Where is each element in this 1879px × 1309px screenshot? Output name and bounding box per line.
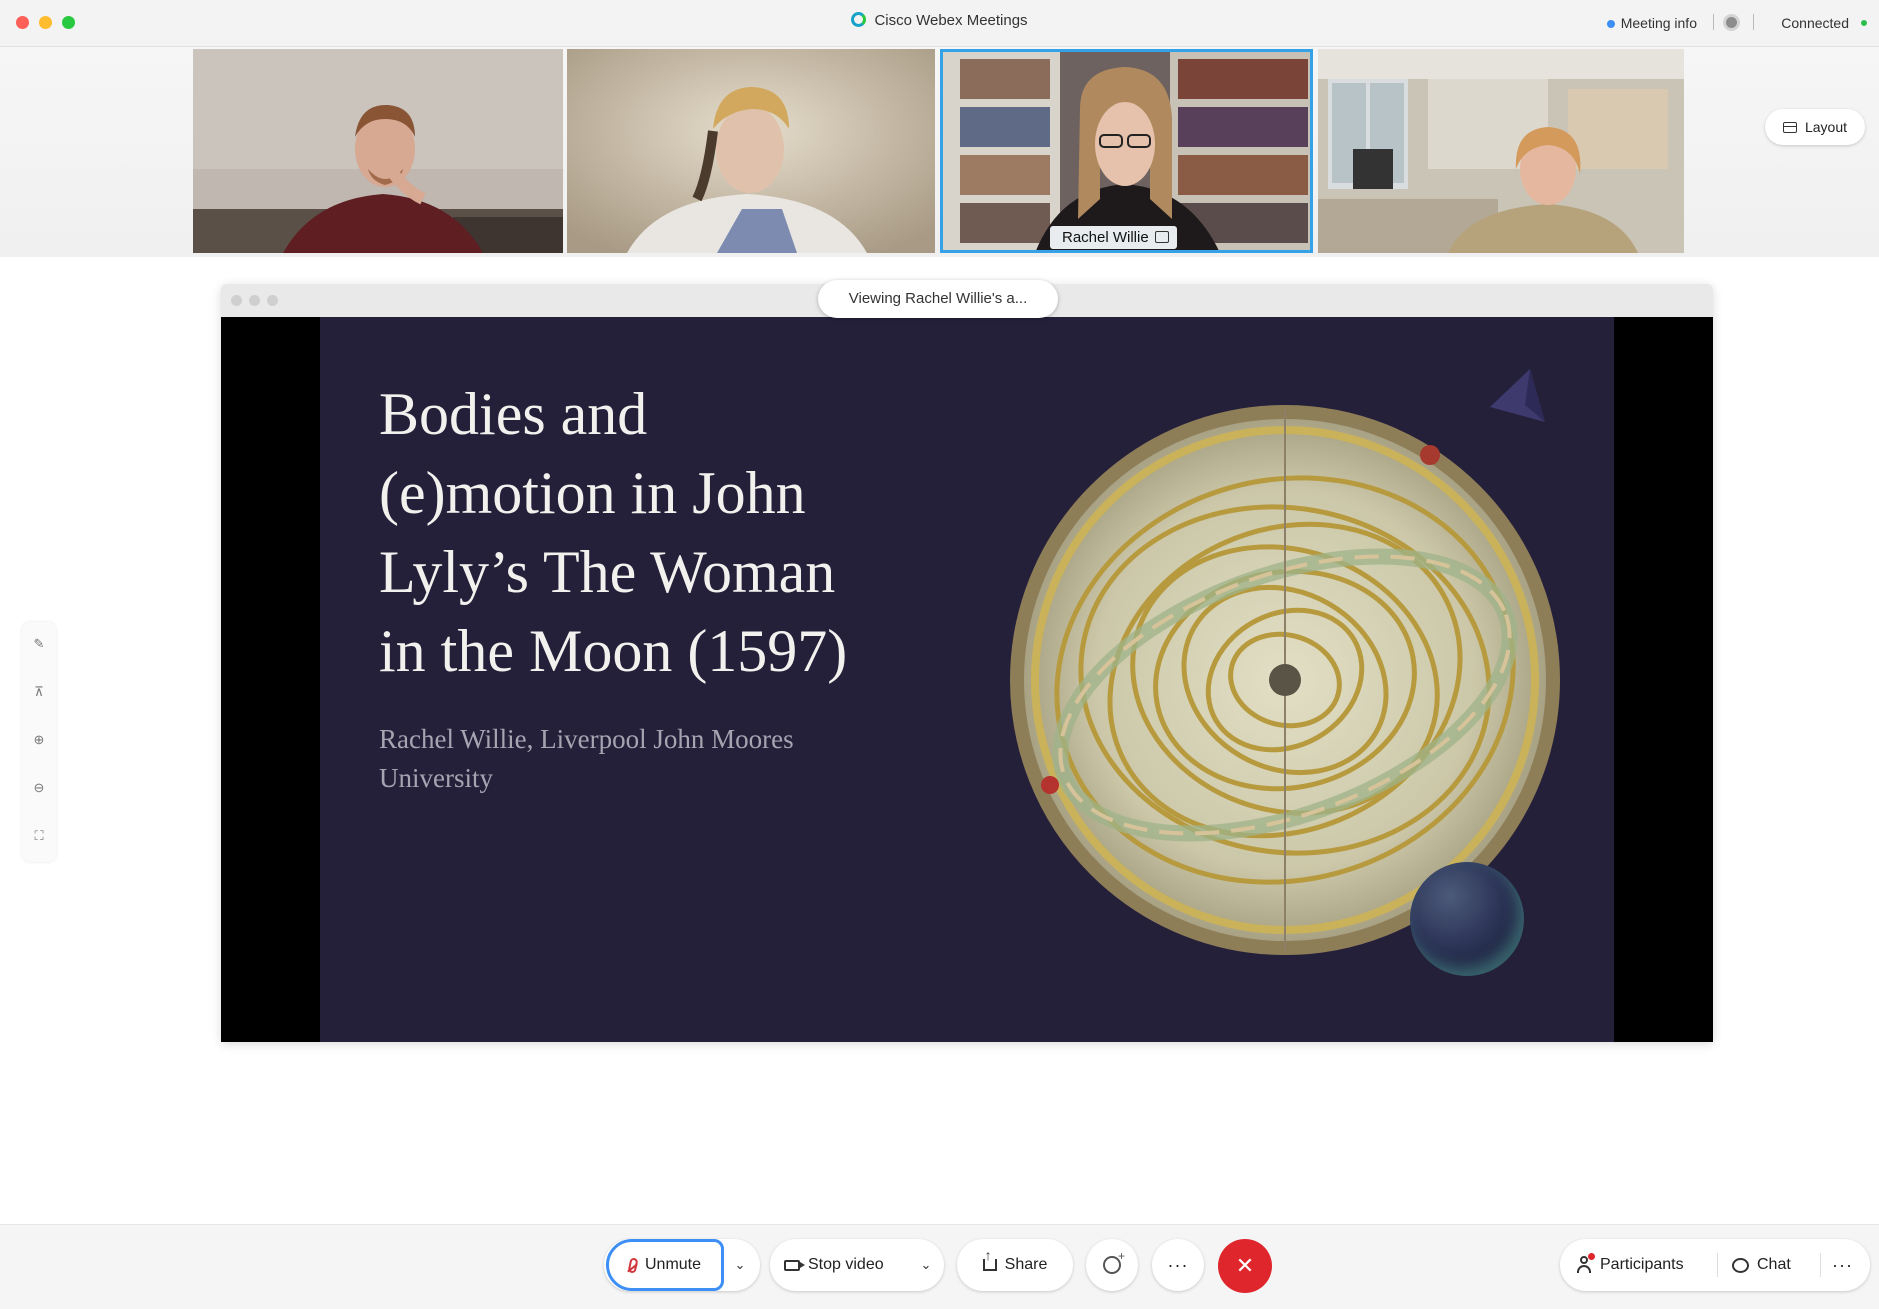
panel-controls: Participants Chat ··· xyxy=(1560,1239,1870,1291)
participant-video xyxy=(193,49,563,253)
chat-bubble-icon xyxy=(1732,1257,1749,1273)
participant-video xyxy=(567,49,935,253)
divider xyxy=(1753,14,1754,30)
emoji-reaction-icon xyxy=(1103,1249,1125,1274)
meeting-controls-bar: Unmute ⌄ Stop video ⌄ Share ··· ✕ Partic… xyxy=(0,1224,1879,1309)
divider xyxy=(1820,1253,1821,1277)
participant-video-strip: Rachel Willie Layout xyxy=(0,47,1879,257)
chat-button[interactable]: Chat xyxy=(1732,1239,1791,1291)
connection-status: Connected xyxy=(1781,15,1849,31)
shared-screen[interactable]: Bodies and (e)motion in John Lyly’s The … xyxy=(221,317,1713,1042)
unmute-button[interactable]: Unmute xyxy=(606,1239,724,1291)
participant-video xyxy=(940,49,1313,253)
screen-share-icon xyxy=(1154,231,1169,243)
webex-logo-icon xyxy=(851,12,867,27)
presentation-slide: Bodies and (e)motion in John Lyly’s The … xyxy=(320,317,1614,1042)
microphone-muted-icon xyxy=(627,1256,639,1274)
decorative-moon xyxy=(1410,862,1524,976)
stop-video-label: Stop video xyxy=(808,1256,884,1273)
video-control: Stop video ⌄ xyxy=(770,1239,944,1291)
chat-label: Chat xyxy=(1757,1256,1791,1273)
leave-meeting-button[interactable]: ✕ xyxy=(1218,1239,1272,1293)
participant-video xyxy=(1318,49,1684,253)
window-dot xyxy=(267,295,278,306)
title-bar: Cisco Webex Meetings Meeting info Connec… xyxy=(0,0,1879,47)
layout-icon xyxy=(1782,121,1797,133)
viewing-share-indicator[interactable]: Viewing Rachel Willie's a... xyxy=(818,280,1058,318)
window-dot xyxy=(249,295,260,306)
meeting-info-button[interactable]: Meeting info xyxy=(1606,15,1697,31)
unmute-label: Unmute xyxy=(644,1256,702,1273)
annotate-icon[interactable]: ✎ xyxy=(31,636,47,652)
participant-video-tile[interactable] xyxy=(193,49,563,253)
camera-icon xyxy=(784,1259,805,1271)
slide-subtitle: Rachel Willie, Liverpool John Moores Uni… xyxy=(379,724,794,793)
participants-button[interactable]: Participants xyxy=(1576,1239,1684,1291)
zoom-in-icon[interactable]: ⊕ xyxy=(31,732,47,748)
more-icon: ··· xyxy=(1832,1254,1853,1275)
meeting-info-icon xyxy=(1606,20,1615,28)
participant-video-tile[interactable] xyxy=(567,49,935,253)
reactions-button[interactable] xyxy=(1086,1239,1138,1291)
close-icon: ✕ xyxy=(1235,1253,1255,1278)
share-button[interactable]: Share xyxy=(957,1239,1073,1291)
divider xyxy=(1717,1253,1718,1277)
share-toolbar: ✎ ⊼ ⊕ ⊖ ⛶ xyxy=(22,622,56,862)
layout-label: Layout xyxy=(1804,119,1848,135)
network-icon[interactable] xyxy=(1723,14,1740,31)
audio-options-chevron-icon[interactable]: ⌄ xyxy=(728,1239,752,1291)
zoom-out-icon[interactable]: ⊖ xyxy=(31,780,47,796)
pin-icon[interactable]: ⊼ xyxy=(31,684,47,700)
connection-indicator-icon xyxy=(1861,20,1867,26)
participants-label: Participants xyxy=(1600,1256,1684,1273)
slide-title: Bodies and (e)motion in John Lyly’s The … xyxy=(379,381,848,684)
video-options-chevron-icon[interactable]: ⌄ xyxy=(914,1239,938,1291)
stop-video-button[interactable]: Stop video xyxy=(784,1256,884,1274)
layout-button[interactable]: Layout xyxy=(1765,109,1865,145)
app-title: Cisco Webex Meetings xyxy=(0,12,1879,29)
participant-video-tile[interactable] xyxy=(1318,49,1684,253)
notification-badge xyxy=(1588,1253,1595,1260)
audio-control: Unmute ⌄ xyxy=(604,1239,760,1291)
participant-name-label: Rachel Willie xyxy=(1050,226,1177,249)
share-icon xyxy=(982,1247,997,1271)
window-dot xyxy=(231,295,242,306)
person-icon xyxy=(1576,1253,1595,1274)
more-icon: ··· xyxy=(1167,1254,1189,1275)
panel-more-button[interactable]: ··· xyxy=(1832,1239,1853,1291)
more-options-button[interactable]: ··· xyxy=(1152,1239,1204,1291)
participant-video-tile-active[interactable]: Rachel Willie xyxy=(940,49,1313,253)
share-label: Share xyxy=(1004,1256,1048,1273)
fit-icon[interactable]: ⛶ xyxy=(31,828,47,844)
divider xyxy=(1713,14,1714,30)
